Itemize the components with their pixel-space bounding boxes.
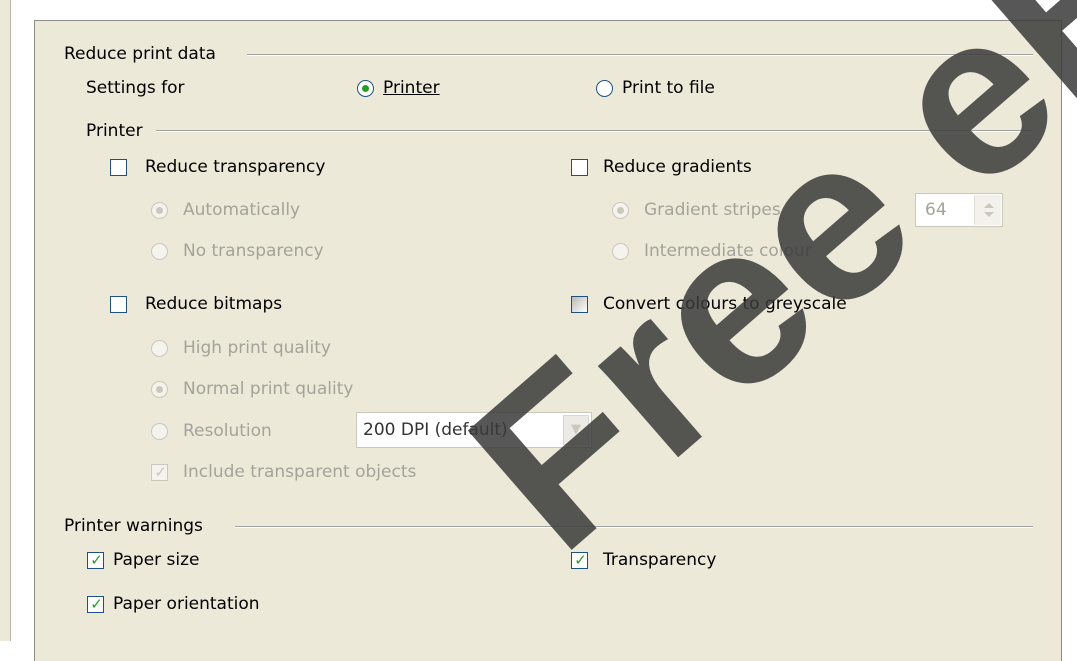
radio-icon	[151, 423, 168, 440]
checkbox-icon: ✓	[571, 551, 588, 569]
dropdown-button[interactable]: ▼	[563, 415, 589, 445]
checkbox-icon	[571, 159, 588, 176]
checkbox-icon: ✓	[87, 595, 104, 613]
radio-icon	[357, 80, 374, 97]
paper-orientation-label: Paper orientation	[113, 594, 260, 614]
no-transparency-label: No transparency	[183, 241, 324, 261]
settings-for-label: Settings for	[86, 78, 185, 98]
print-options-dialog: Reduce print data Settings for Printer P…	[34, 20, 1062, 661]
radio-icon	[596, 80, 613, 97]
reduce-gradients-label: Reduce gradients	[603, 157, 752, 177]
radio-icon	[612, 243, 629, 260]
checkbox-icon: ✓	[87, 551, 104, 569]
automatically-label: Automatically	[183, 200, 301, 220]
checkbox-icon	[571, 296, 588, 313]
separator	[247, 54, 1033, 56]
checkbox-icon: ✓	[151, 463, 168, 481]
radio-icon	[612, 202, 629, 219]
checkbox-icon	[110, 296, 127, 313]
spin-button[interactable]	[974, 195, 1001, 225]
convert-greyscale-label: Convert colours to greyscale	[603, 294, 847, 314]
reduce-bitmaps-label: Reduce bitmaps	[145, 294, 283, 314]
separator	[156, 130, 1033, 132]
spin-up-icon	[984, 203, 994, 208]
resolution-value: 200 DPI (default)	[363, 420, 508, 440]
printer-radio-label: Printer	[383, 78, 440, 98]
separator	[235, 526, 1033, 528]
radio-icon	[151, 381, 168, 398]
paper-size-label: Paper size	[113, 550, 200, 570]
resolution-dropdown[interactable]: 200 DPI (default) ▼	[356, 412, 592, 448]
printer-warnings-heading: Printer warnings	[64, 516, 203, 536]
gradient-stripes-value: 64	[925, 200, 947, 220]
window-edge	[0, 0, 11, 641]
spin-down-icon	[984, 212, 994, 217]
chevron-down-icon: ▼	[571, 422, 581, 437]
printer-group-heading: Printer	[86, 121, 143, 141]
radio-icon	[151, 340, 168, 357]
include-transparent-label: Include transparent objects	[183, 462, 417, 482]
print-to-file-label: Print to file	[622, 78, 715, 98]
reduce-transparency-label: Reduce transparency	[145, 157, 326, 177]
high-print-quality-label: High print quality	[183, 338, 331, 358]
checkbox-icon	[110, 159, 127, 176]
reduce-print-data-heading: Reduce print data	[64, 44, 216, 64]
radio-icon	[151, 202, 168, 219]
transparency-warning-label: Transparency	[603, 550, 717, 570]
radio-icon	[151, 243, 168, 260]
gradient-stripes-label: Gradient stripes	[644, 200, 781, 220]
intermediate-colour-label: Intermediate colour	[644, 241, 812, 261]
gradient-stripes-spinbox[interactable]: 64	[915, 193, 1003, 227]
resolution-label: Resolution	[183, 421, 272, 441]
normal-print-quality-label: Normal print quality	[183, 379, 354, 399]
